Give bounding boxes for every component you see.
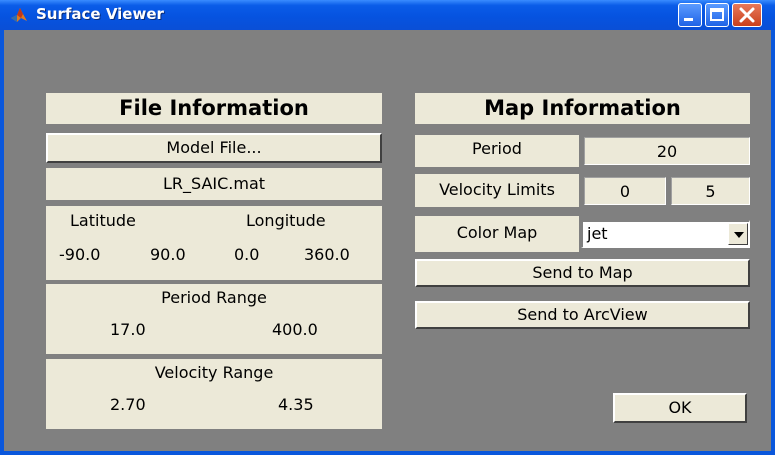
client-area: File Information Model File... LR_SAIC.m… (4, 30, 771, 451)
velocity-range-label: Velocity Range (154, 363, 274, 382)
period-range-max-value: 400.0 (272, 320, 318, 339)
period-label: Period (415, 135, 579, 167)
coordinates-panel: Latitude Longitude -90.0 90.0 0.0 360.0 (46, 206, 382, 280)
title-bar[interactable]: Surface Viewer (0, 0, 775, 30)
send-to-arcview-button[interactable]: Send to ArcView (415, 301, 750, 329)
window-title: Surface Viewer (36, 5, 164, 23)
longitude-label: Longitude (246, 211, 326, 230)
latitude-label: Latitude (70, 211, 136, 230)
send-to-map-button[interactable]: Send to Map (415, 259, 750, 287)
chevron-down-icon (734, 232, 744, 238)
color-map-select[interactable]: jet (581, 220, 750, 248)
velocity-range-panel: Velocity Range 2.70 4.35 (46, 359, 382, 429)
file-information-heading: File Information (46, 93, 382, 124)
color-map-label: Color Map (415, 216, 579, 252)
matlab-logo-icon (11, 8, 27, 22)
maximize-button[interactable] (705, 3, 729, 27)
model-file-button[interactable]: Model File... (46, 133, 382, 163)
period-range-label: Period Range (161, 288, 267, 307)
map-information-heading: Map Information (415, 93, 750, 124)
latitude-max-value: 90.0 (150, 245, 186, 264)
color-map-dropdown-button[interactable] (728, 223, 748, 245)
period-range-panel: Period Range 17.0 400.0 (46, 284, 382, 354)
velocity-range-max-value: 4.35 (278, 395, 314, 414)
maximize-icon (710, 8, 724, 21)
minimize-icon (684, 18, 693, 21)
period-range-min-value: 17.0 (110, 320, 146, 339)
close-icon (739, 7, 755, 23)
velocity-max-field[interactable]: 5 (671, 177, 750, 205)
velocity-limits-label: Velocity Limits (415, 174, 579, 207)
velocity-range-min-value: 2.70 (110, 395, 146, 414)
filename-display: LR_SAIC.mat (46, 168, 382, 200)
close-button[interactable] (732, 3, 762, 27)
latitude-min-value: -90.0 (59, 245, 101, 264)
color-map-selected-value: jet (587, 224, 608, 243)
longitude-min-value: 0.0 (234, 245, 260, 264)
minimize-button[interactable] (678, 3, 702, 27)
ok-button[interactable]: OK (613, 393, 747, 423)
period-field[interactable]: 20 (584, 137, 750, 165)
longitude-max-value: 360.0 (304, 245, 350, 264)
surface-viewer-window: Surface Viewer File Information Model Fi… (0, 0, 775, 455)
velocity-min-field[interactable]: 0 (584, 177, 666, 205)
